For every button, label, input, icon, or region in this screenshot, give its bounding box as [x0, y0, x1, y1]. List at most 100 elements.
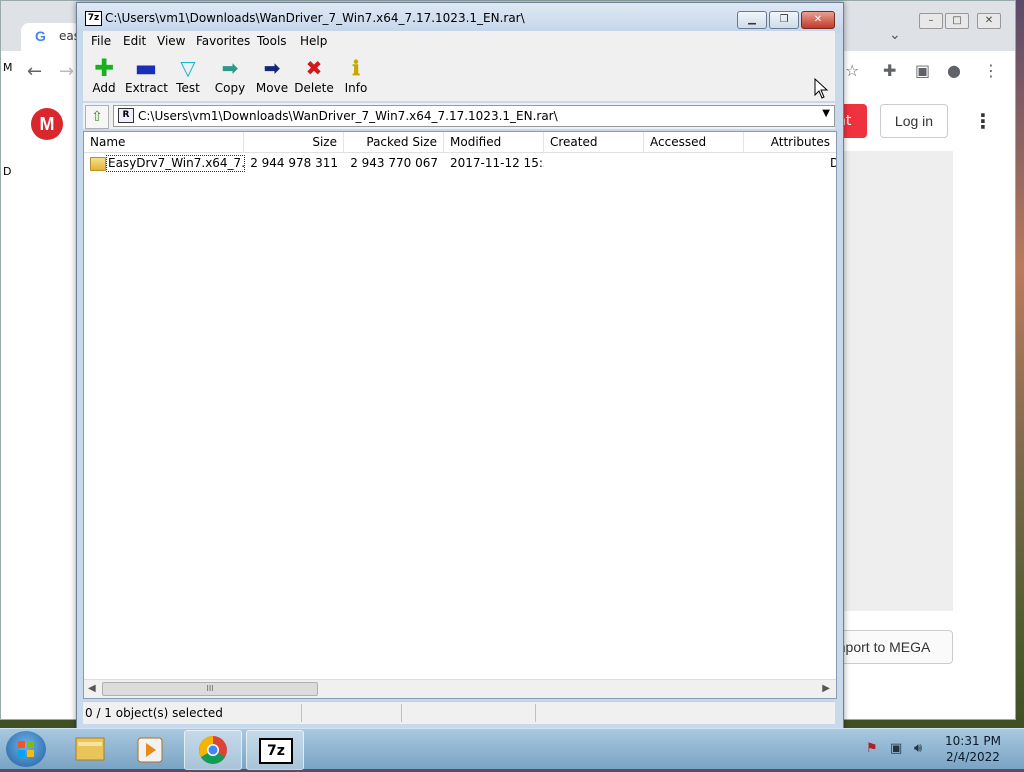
- copy-arrow-icon: ➡: [221, 56, 239, 80]
- status-divider: [535, 704, 536, 722]
- file-name[interactable]: EasyDrv7_Win7.x64_7.17...: [106, 155, 245, 172]
- folder-icon: [75, 737, 105, 761]
- taskbar-sevenzip[interactable]: 7z: [246, 730, 304, 770]
- back-icon[interactable]: ←: [27, 61, 42, 82]
- delete-button[interactable]: ✖ Delete: [293, 57, 335, 95]
- taskbar-chrome[interactable]: [184, 730, 242, 770]
- chrome-minimize-button[interactable]: –: [919, 13, 943, 29]
- scroll-right-icon[interactable]: ▶: [822, 683, 830, 694]
- login-button[interactable]: Log in: [880, 104, 948, 138]
- media-player-icon: [137, 737, 163, 763]
- chrome-menu-icon[interactable]: ⋮: [983, 61, 999, 80]
- column-size[interactable]: Size: [244, 132, 344, 152]
- address-path: C:\Users\vm1\Downloads\WanDriver_7_Win7.…: [138, 109, 558, 123]
- file-attributes: D: [830, 156, 836, 170]
- move-arrow-icon: ➡: [263, 56, 281, 80]
- chrome-maximize-button[interactable]: □: [945, 13, 969, 29]
- volume-icon[interactable]: 🔊︎: [914, 741, 922, 756]
- extract-label: Extract: [125, 81, 168, 95]
- menu-view[interactable]: View: [157, 34, 185, 48]
- add-button[interactable]: ✚ Add: [83, 54, 125, 95]
- column-name[interactable]: Name: [84, 132, 244, 152]
- extensions-icon[interactable]: ✚: [883, 61, 896, 80]
- address-input[interactable]: R C:\Users\vm1\Downloads\WanDriver_7_Win…: [113, 105, 835, 127]
- copy-label: Copy: [214, 81, 246, 95]
- clock-date: 2/4/2022: [946, 750, 1000, 764]
- status-divider: [301, 704, 302, 722]
- clock[interactable]: 10:31 PM 2/4/2022: [940, 733, 1006, 765]
- side-letter-d: D: [3, 165, 12, 178]
- move-label: Move: [255, 81, 289, 95]
- menu-bar: File Edit View Favorites Tools Help: [83, 31, 835, 51]
- side-panel-icon[interactable]: ▣: [915, 61, 930, 80]
- maximize-button[interactable]: ❐: [769, 11, 799, 29]
- info-button[interactable]: ℹ Info: [335, 57, 377, 95]
- extract-button[interactable]: ▬ Extract: [125, 54, 168, 95]
- column-created[interactable]: Created: [544, 132, 644, 152]
- selection-status: 0 / 1 object(s) selected: [85, 706, 223, 720]
- network-icon[interactable]: ▣: [890, 741, 902, 756]
- add-label: Add: [92, 81, 116, 95]
- forward-icon[interactable]: →: [59, 61, 74, 82]
- start-button[interactable]: [6, 731, 46, 767]
- plus-icon: ✚: [93, 54, 115, 82]
- minimize-button[interactable]: ▁: [737, 11, 767, 29]
- file-list[interactable]: Name Size Packed Size Modified Created A…: [83, 131, 837, 699]
- minus-icon: ▬: [134, 54, 158, 82]
- x-icon: ✖: [305, 56, 323, 80]
- column-packed-size[interactable]: Packed Size: [344, 132, 444, 152]
- test-label: Test: [176, 81, 200, 95]
- column-accessed[interactable]: Accessed: [644, 132, 744, 152]
- profile-icon[interactable]: ●: [947, 61, 961, 80]
- import-to-mega-label: Import to MEGA: [830, 639, 931, 655]
- column-modified[interactable]: Modified: [444, 132, 544, 152]
- archive-icon: R: [118, 108, 134, 123]
- scroll-left-icon[interactable]: ◀: [88, 683, 96, 694]
- column-attributes[interactable]: Attributes: [744, 132, 836, 152]
- menu-help[interactable]: Help: [300, 34, 327, 48]
- folder-up-icon[interactable]: ⇧: [85, 105, 109, 129]
- menu-edit[interactable]: Edit: [123, 34, 146, 48]
- file-created: [550, 154, 644, 172]
- info-icon: ℹ: [352, 56, 360, 80]
- title-bar[interactable]: 7z C:\Users\vm1\Downloads\WanDriver_7_Wi…: [77, 3, 843, 33]
- copy-button[interactable]: ➡ Copy: [209, 57, 251, 95]
- file-accessed: [650, 154, 744, 172]
- move-button[interactable]: ➡ Move: [251, 57, 293, 95]
- action-center-icon[interactable]: ⚑: [866, 741, 878, 756]
- file-size: 2 944 978 311: [250, 156, 338, 170]
- more-options-icon[interactable]: ⋮: [973, 109, 993, 133]
- taskbar-media-player[interactable]: [122, 730, 178, 768]
- chevron-down-icon[interactable]: ▼: [822, 108, 830, 119]
- mega-logo[interactable]: M: [31, 108, 63, 140]
- sevenzip-app-icon: 7z: [85, 11, 102, 26]
- test-button[interactable]: ▽ Test: [167, 57, 209, 95]
- sevenzip-window: 7z C:\Users\vm1\Downloads\WanDriver_7_Wi…: [76, 2, 844, 730]
- taskbar-explorer[interactable]: [62, 730, 118, 768]
- chevron-down-icon[interactable]: ⌄: [889, 27, 901, 43]
- sevenzip-taskbar-icon: 7z: [259, 738, 293, 764]
- folder-icon: [90, 157, 106, 171]
- star-icon[interactable]: ☆: [845, 61, 859, 80]
- chrome-close-button[interactable]: ✕: [977, 13, 1001, 29]
- google-icon: G: [35, 28, 46, 44]
- window-title: C:\Users\vm1\Downloads\WanDriver_7_Win7.…: [105, 11, 525, 25]
- menu-tools[interactable]: Tools: [257, 34, 287, 48]
- check-icon: ▽: [180, 56, 196, 80]
- horizontal-scrollbar[interactable]: ◀ III ▶: [84, 679, 836, 698]
- import-to-mega-button[interactable]: Import to MEGA: [830, 630, 953, 664]
- chrome-tab[interactable]: G eas: [21, 23, 81, 51]
- side-letter-m: M: [3, 61, 13, 74]
- file-packed-size: 2 943 770 067: [350, 156, 438, 170]
- close-button[interactable]: ✕: [801, 11, 835, 29]
- clock-time: 10:31 PM: [945, 734, 1001, 748]
- scrollbar-thumb[interactable]: III: [102, 682, 318, 696]
- status-divider: [401, 704, 402, 722]
- address-bar: ⇧ R C:\Users\vm1\Downloads\WanDriver_7_W…: [83, 103, 835, 129]
- menu-file[interactable]: File: [91, 34, 111, 48]
- mega-panel: [843, 151, 953, 611]
- table-row[interactable]: EasyDrv7_Win7.x64_7.17... 2 944 978 311 …: [84, 154, 836, 172]
- menu-favorites[interactable]: Favorites: [196, 34, 250, 48]
- info-label: Info: [344, 81, 368, 95]
- taskbar: 7z ⚑ ▣ 🔊︎ 10:31 PM 2/4/2022: [0, 728, 1024, 770]
